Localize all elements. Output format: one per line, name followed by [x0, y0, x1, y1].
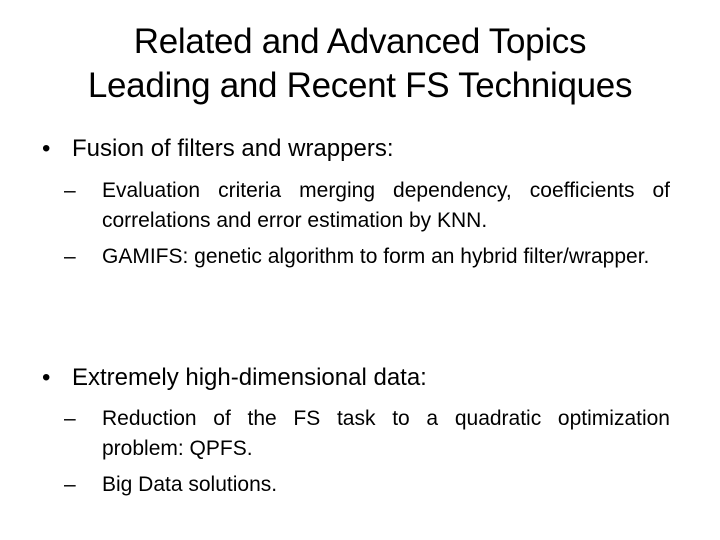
bullet-high-dimensional: • Extremely high-dimensional data: — [40, 363, 680, 393]
sub-item-gamifs: – GAMIFS: genetic algorithm to form an h… — [64, 242, 670, 272]
slide: Related and Advanced Topics Leading and … — [0, 0, 720, 540]
sub-item-qpfs: – Reduction of the FS task to a quadrati… — [64, 404, 670, 464]
title-line-2: Leading and Recent FS Techniques — [87, 66, 633, 105]
dash-icon: – — [64, 179, 76, 202]
sub-list-fusion: – Evaluation criteria merging dependency… — [64, 176, 670, 272]
sub-item-text: Evaluation criteria merging dependency, … — [102, 179, 670, 232]
sub-item-big-data: – Big Data solutions. — [64, 470, 670, 500]
sub-item-text: Reduction of the FS task to a quadratic … — [102, 407, 670, 460]
dash-icon: – — [64, 473, 76, 496]
sub-item-text: GAMIFS: genetic algorithm to form an hyb… — [102, 245, 650, 268]
title-line-1: Related and Advanced Topics — [133, 22, 587, 61]
bullet-text: Fusion of filters and wrappers: — [72, 135, 394, 162]
bullet-dot-icon: • — [42, 135, 51, 162]
bullet-fusion: • Fusion of filters and wrappers: — [40, 134, 680, 164]
sub-item-text: Big Data solutions. — [102, 473, 278, 496]
bullet-dot-icon: • — [42, 364, 51, 391]
dash-icon: – — [64, 245, 76, 268]
sub-list-high-dimensional: – Reduction of the FS task to a quadrati… — [64, 404, 670, 500]
sub-item-evaluation-criteria: – Evaluation criteria merging dependency… — [64, 176, 670, 236]
bullet-text: Extremely high-dimensional data: — [72, 364, 427, 391]
slide-title: Related and Advanced Topics Leading and … — [0, 20, 720, 108]
dash-icon: – — [64, 407, 76, 430]
